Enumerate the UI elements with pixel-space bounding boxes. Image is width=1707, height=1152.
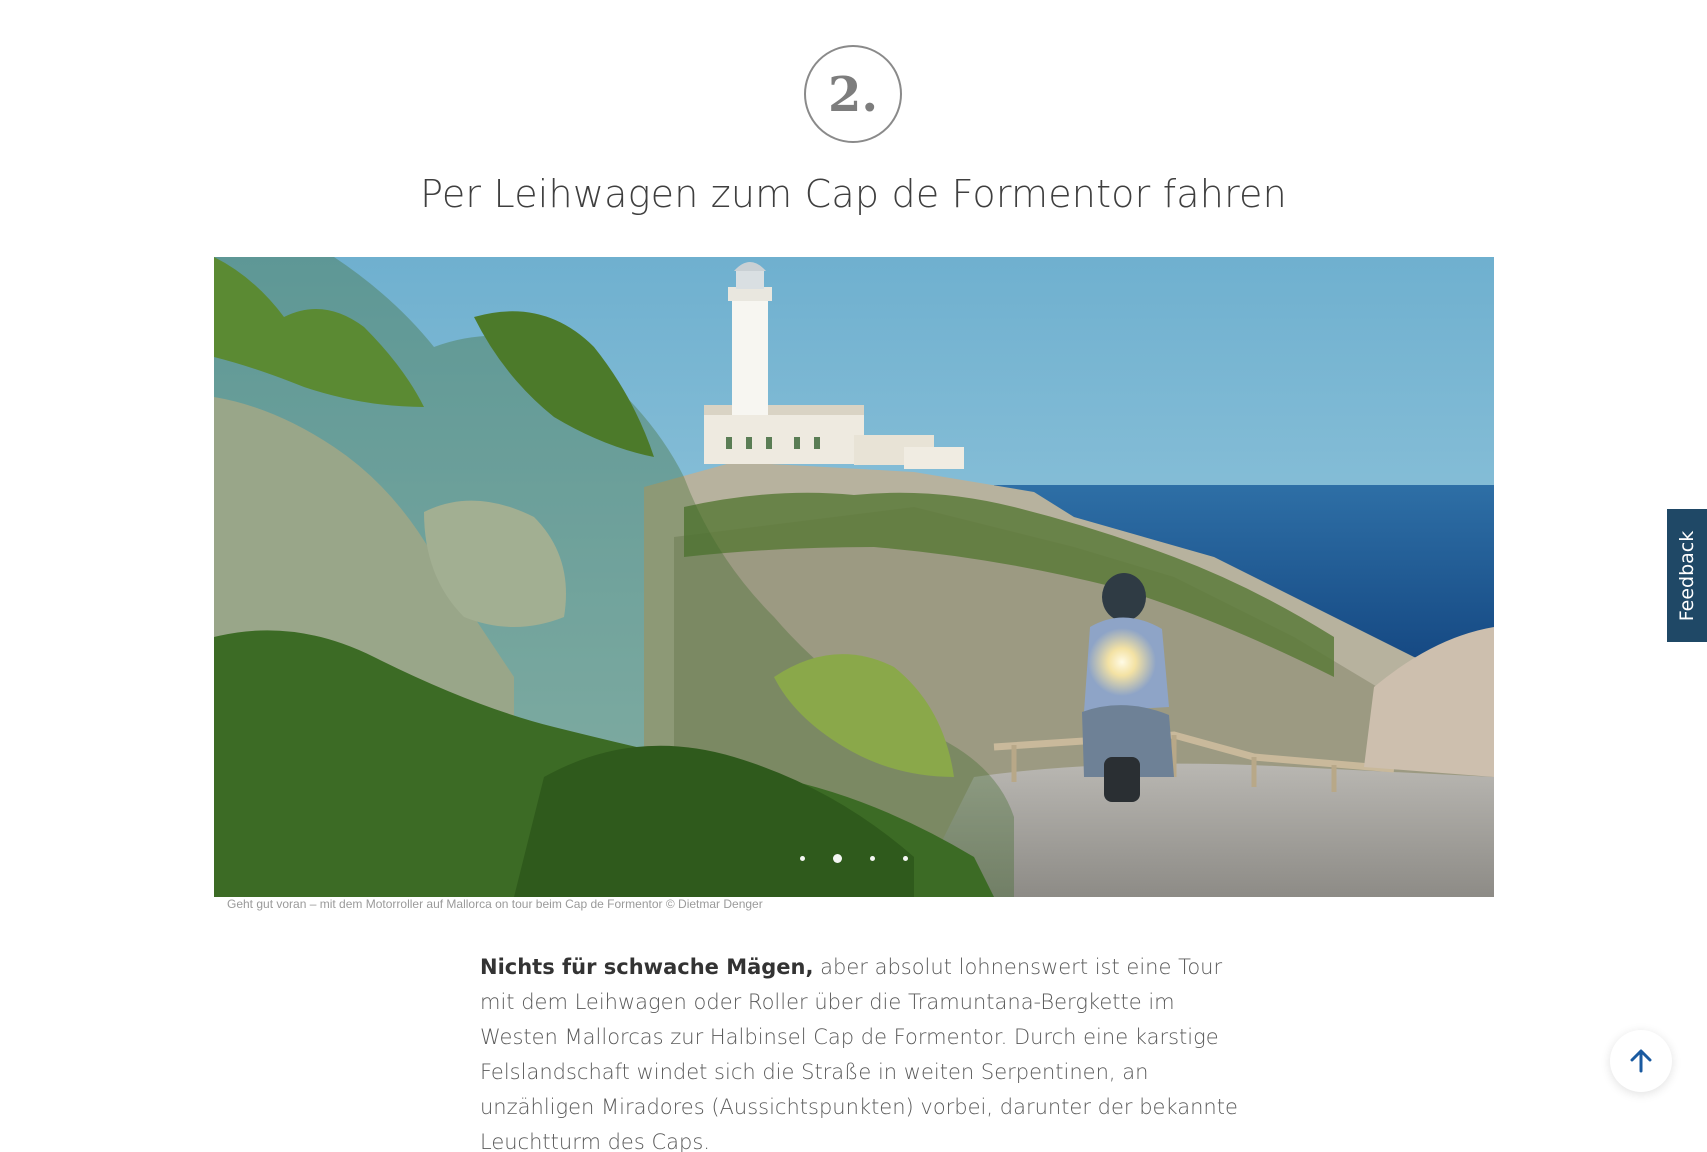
article-lead: Nichts für schwache Mägen, [480, 955, 814, 979]
image-slider[interactable] [214, 257, 1494, 897]
slider-dot-active[interactable] [833, 854, 842, 863]
feedback-label: Feedback [1676, 530, 1699, 621]
article-paragraph: Nichts für schwache Mägen, aber absolut … [480, 950, 1240, 1152]
step-number: 2. [827, 67, 879, 123]
step-number-badge: 2. [804, 45, 902, 143]
slider-dots [214, 854, 1494, 863]
slide-photo [214, 257, 1494, 897]
article-text: aber absolut lohnenswert ist eine Tour m… [480, 955, 1238, 1152]
scroll-to-top-button[interactable] [1610, 1030, 1672, 1092]
feedback-tab[interactable]: Feedback [1667, 509, 1707, 642]
page: 2. Per Leihwagen zum Cap de Formentor fa… [0, 0, 1707, 1152]
image-caption: Geht gut voran – mit dem Motorroller auf… [227, 897, 763, 911]
arrow-up-icon [1630, 1049, 1652, 1073]
slider-dot[interactable] [903, 856, 908, 861]
slider-dot[interactable] [870, 856, 875, 861]
slider-dot[interactable] [800, 856, 805, 861]
section-title: Per Leihwagen zum Cap de Formentor fahre… [420, 172, 1287, 216]
